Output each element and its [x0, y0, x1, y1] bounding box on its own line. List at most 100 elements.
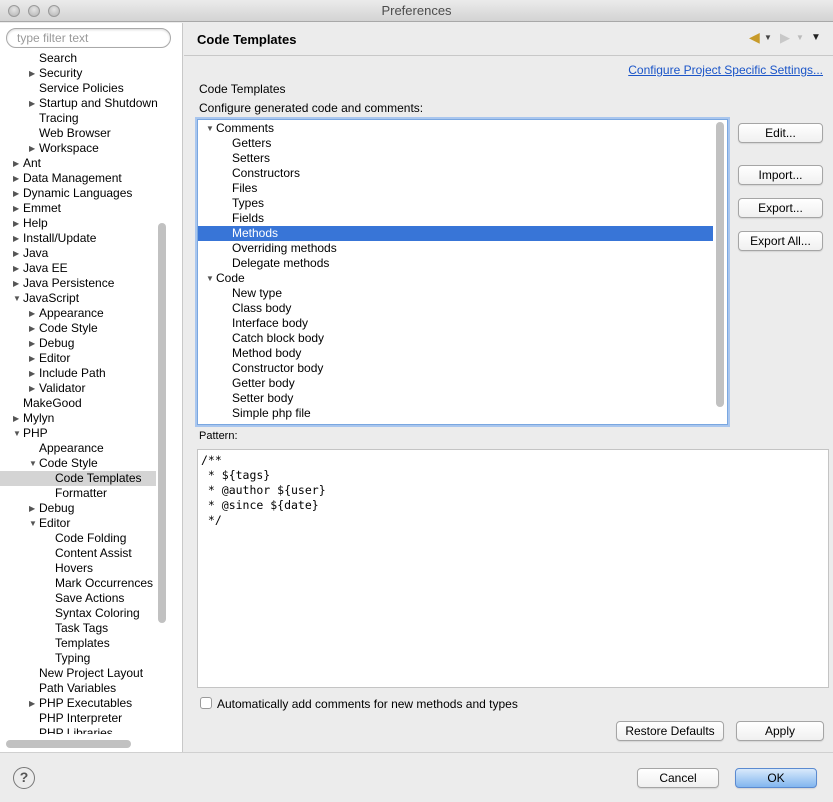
tree-item[interactable]: Code Templates	[0, 471, 156, 486]
apply-button[interactable]: Apply	[736, 721, 824, 741]
export-button[interactable]: Export...	[738, 198, 823, 218]
collapsed-arrow-icon[interactable]: ▶	[29, 351, 39, 366]
template-item[interactable]: Delegate methods	[198, 256, 713, 271]
tree-item[interactable]: ▶ Java	[0, 246, 156, 261]
tree-item[interactable]: ▶ Validator	[0, 381, 156, 396]
restore-defaults-button[interactable]: Restore Defaults	[616, 721, 724, 741]
collapsed-arrow-icon[interactable]: ▶	[13, 186, 23, 201]
template-item[interactable]: New type	[198, 286, 713, 301]
template-group[interactable]: ▼ Comments	[198, 121, 713, 136]
collapsed-arrow-icon[interactable]: ▶	[29, 96, 39, 111]
tree-horizontal-scrollbar[interactable]	[6, 740, 131, 748]
template-item[interactable]: Types	[198, 196, 713, 211]
template-item[interactable]: Files	[198, 181, 713, 196]
collapsed-arrow-icon[interactable]: ▶	[13, 246, 23, 261]
expanded-arrow-icon[interactable]: ▼	[13, 426, 23, 441]
expanded-arrow-icon[interactable]: ▼	[206, 271, 216, 286]
collapsed-arrow-icon[interactable]: ▶	[13, 231, 23, 246]
filter-input[interactable]: type filter text	[6, 28, 171, 48]
tree-item[interactable]: Mark Occurrences	[0, 576, 156, 591]
tree-item[interactable]: ▼ Code Style	[0, 456, 156, 471]
tree-item[interactable]: Task Tags	[0, 621, 156, 636]
template-item[interactable]: Simple php file	[198, 406, 713, 421]
tree-item[interactable]: ▶ Help	[0, 216, 156, 231]
tree-item[interactable]: ▼ JavaScript	[0, 291, 156, 306]
tree-item[interactable]: Appearance	[0, 441, 156, 456]
tree-item[interactable]: Templates	[0, 636, 156, 651]
view-menu-icon[interactable]: ▼	[811, 32, 821, 43]
tree-item[interactable]: ▶ Debug	[0, 501, 156, 516]
collapsed-arrow-icon[interactable]: ▶	[29, 381, 39, 396]
forward-arrow-icon[interactable]: ▶	[780, 30, 790, 46]
tree-item[interactable]: Syntax Coloring	[0, 606, 156, 621]
tree-item[interactable]: ▶ PHP Executables	[0, 696, 156, 711]
tree-item[interactable]: ▶ Ant	[0, 156, 156, 171]
expanded-arrow-icon[interactable]: ▼	[29, 456, 39, 471]
tree-item[interactable]: ▶ Java EE	[0, 261, 156, 276]
tree-item[interactable]: ▶ Code Style	[0, 321, 156, 336]
tree-item[interactable]: Save Actions	[0, 591, 156, 606]
tree-item[interactable]: ▶ Debug	[0, 336, 156, 351]
forward-menu-icon[interactable]: ▼	[796, 33, 804, 42]
template-group[interactable]: ▼ Code	[198, 271, 713, 286]
edit-button[interactable]: Edit...	[738, 123, 823, 143]
import-button[interactable]: Import...	[738, 165, 823, 185]
template-item[interactable]: Getters	[198, 136, 713, 151]
back-menu-icon[interactable]: ▼	[764, 33, 772, 42]
tree-item[interactable]: Typing	[0, 651, 156, 666]
tree-item[interactable]: PHP Libraries	[0, 726, 156, 734]
tree-item[interactable]: Web Browser	[0, 126, 156, 141]
collapsed-arrow-icon[interactable]: ▶	[13, 171, 23, 186]
tree-item[interactable]: Code Folding	[0, 531, 156, 546]
tree-item[interactable]: Search	[0, 51, 156, 66]
pattern-editor[interactable]: /** * ${tags} * @author ${user} * @since…	[197, 449, 829, 688]
tree-item[interactable]: Formatter	[0, 486, 156, 501]
collapsed-arrow-icon[interactable]: ▶	[29, 141, 39, 156]
tree-item[interactable]: ▶ Data Management	[0, 171, 156, 186]
templates-tree[interactable]: ▼ Comments Getters Setters Constructors Files…	[197, 119, 728, 425]
tree-vertical-scrollbar[interactable]	[158, 223, 166, 623]
collapsed-arrow-icon[interactable]: ▶	[13, 411, 23, 426]
template-item[interactable]: Constructors	[198, 166, 713, 181]
tree-item[interactable]: Hovers	[0, 561, 156, 576]
tree-item[interactable]: ▼ PHP	[0, 426, 156, 441]
configure-project-settings-link[interactable]: Configure Project Specific Settings...	[628, 63, 823, 77]
collapsed-arrow-icon[interactable]: ▶	[29, 501, 39, 516]
tree-item[interactable]: ▼ Editor	[0, 516, 156, 531]
collapsed-arrow-icon[interactable]: ▶	[29, 66, 39, 81]
tree-item[interactable]: ▶ Include Path	[0, 366, 156, 381]
template-item[interactable]: Method body	[198, 346, 713, 361]
template-item[interactable]: Setters	[198, 151, 713, 166]
tree-item[interactable]: New Project Layout	[0, 666, 156, 681]
back-arrow-icon[interactable]: ◀	[749, 29, 760, 46]
tree-item[interactable]: ▶ Startup and Shutdown	[0, 96, 158, 111]
expanded-arrow-icon[interactable]: ▼	[13, 291, 23, 306]
collapsed-arrow-icon[interactable]: ▶	[13, 216, 23, 231]
tree-item[interactable]: MakeGood	[0, 396, 156, 411]
tree-item[interactable]: ▶ Java Persistence	[0, 276, 156, 291]
tree-item[interactable]: ▶ Workspace	[0, 141, 156, 156]
tree-item[interactable]: Tracing	[0, 111, 156, 126]
tree-item[interactable]: ▶ Install/Update	[0, 231, 156, 246]
auto-comments-checkbox[interactable]	[200, 697, 212, 709]
template-item[interactable]: Constructor body	[198, 361, 713, 376]
collapsed-arrow-icon[interactable]: ▶	[13, 201, 23, 216]
collapsed-arrow-icon[interactable]: ▶	[13, 276, 23, 291]
collapsed-arrow-icon[interactable]: ▶	[29, 696, 39, 711]
cancel-button[interactable]: Cancel	[637, 768, 719, 788]
template-item[interactable]: Fields	[198, 211, 713, 226]
tree-item[interactable]: ▶ Dynamic Languages	[0, 186, 156, 201]
export-all-button[interactable]: Export All...	[738, 231, 823, 251]
tree-item[interactable]: Content Assist	[0, 546, 156, 561]
tree-item[interactable]: ▶ Emmet	[0, 201, 156, 216]
template-item[interactable]: Setter body	[198, 391, 713, 406]
tree-item[interactable]: Service Policies	[0, 81, 156, 96]
tree-item[interactable]: ▶ Mylyn	[0, 411, 156, 426]
expanded-arrow-icon[interactable]: ▼	[29, 516, 39, 531]
expanded-arrow-icon[interactable]: ▼	[206, 121, 216, 136]
collapsed-arrow-icon[interactable]: ▶	[29, 306, 39, 321]
template-item[interactable]: Overriding methods	[198, 241, 713, 256]
collapsed-arrow-icon[interactable]: ▶	[29, 336, 39, 351]
tree-item[interactable]: Path Variables	[0, 681, 156, 696]
tree-item[interactable]: ▶ Editor	[0, 351, 156, 366]
